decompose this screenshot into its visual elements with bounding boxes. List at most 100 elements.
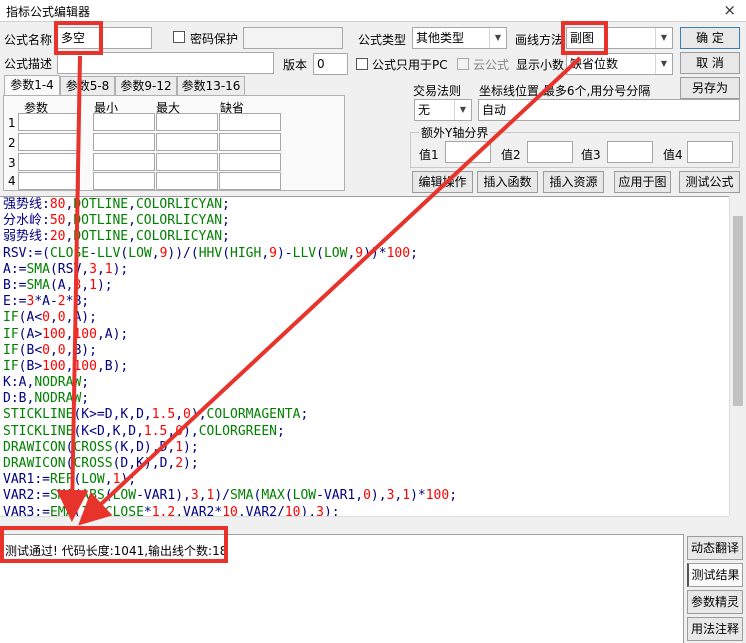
type-value: 其他类型 — [416, 31, 465, 45]
decimals-value: 缺省位数 — [570, 57, 619, 71]
code-line: 强势线:80,DOTLINE,COLORLICYAN; — [3, 197, 230, 212]
close-icon[interactable]: × — [723, 1, 736, 19]
trade-rule-value: 无 — [418, 103, 431, 117]
code-line: RSV:=(CLOSE-LLV(LOW,9))/(HHV(HIGH,9)-LLV… — [3, 245, 418, 261]
param-2-name[interactable] — [18, 133, 80, 151]
cancel-button[interactable]: 取 消 — [680, 52, 740, 74]
pc-only-label: 公式只用于PC — [372, 58, 448, 72]
code-line: 弱势线:20,DOTLINE,COLORLICYAN; — [3, 229, 230, 245]
code-line: D:B,NODRAW; — [3, 391, 90, 407]
v1-input[interactable] — [445, 141, 491, 163]
desc-input[interactable] — [57, 52, 274, 74]
draw-method-highlight-box — [561, 21, 608, 55]
code-line: IF(B>100,100,B); — [3, 358, 129, 374]
param-4-default[interactable] — [219, 172, 281, 190]
edit-ops-button[interactable]: 编辑操作 — [412, 171, 473, 193]
chevron-down-icon[interactable]: ▼ — [489, 28, 506, 48]
window-title: 指标公式编辑器 — [6, 5, 91, 19]
param-row-number: 4 — [8, 174, 16, 188]
output-highlight-box — [0, 526, 228, 563]
version-label: 版本 — [283, 58, 308, 72]
param-1-name[interactable] — [18, 113, 80, 131]
chevron-down-icon[interactable]: ▼ — [655, 28, 672, 48]
code-line: VAR1:=REF(LOW,1); — [3, 472, 137, 488]
param-panel: 参数 最小 最大 缺省 1 2 3 4 — [3, 95, 345, 191]
param-3-min[interactable] — [93, 153, 155, 171]
param-3-name[interactable] — [18, 153, 80, 171]
v3-input[interactable] — [607, 141, 653, 163]
v2-label: 值2 — [501, 148, 521, 162]
usage-notes-button[interactable]: 用法注释 — [687, 617, 743, 641]
tab-params-1-4[interactable]: 参数1-4 — [4, 75, 60, 97]
param-2-default[interactable] — [219, 133, 281, 151]
param-3-max[interactable] — [156, 153, 218, 171]
tab-params-5-8[interactable]: 参数5-8 — [60, 76, 115, 96]
code-line: DRAWICON(CROSS(K,D),D,1); — [3, 439, 199, 455]
v4-input[interactable] — [687, 141, 733, 163]
title-bar: 指标公式编辑器 × — [0, 0, 746, 22]
param-row-number: 3 — [8, 156, 16, 170]
param-1-max[interactable] — [156, 113, 218, 131]
insert-func-button[interactable]: 插入函数 — [477, 171, 538, 193]
password-checkbox[interactable] — [173, 31, 185, 43]
chevron-down-icon[interactable]: ▼ — [454, 100, 471, 120]
password-input[interactable] — [243, 27, 343, 49]
param-3-default[interactable] — [219, 153, 281, 171]
insert-res-button[interactable]: 插入资源 — [543, 171, 604, 193]
code-line: VAR3:=EMA(IF(CLOSE*1.2,VAR2*10,VAR2/10),… — [3, 504, 340, 516]
password-label: 密码保护 — [190, 32, 239, 46]
ok-button[interactable]: 确 定 — [680, 27, 740, 49]
code-line: E:=3*A-2*B; — [3, 294, 90, 310]
version-input[interactable]: 0 — [313, 53, 348, 75]
param-2-min[interactable] — [93, 133, 155, 151]
code-line: STICKLINE(K<D,K,D,1.5,0),COLORGREEN; — [3, 423, 285, 439]
code-line: STICKLINE(K>=D,K,D,1.5,0),COLORMAGENTA; — [3, 407, 309, 423]
code-line: VAR2:=SMA(ABS(LOW-VAR1),3,1)/SMA(MAX(LOW… — [3, 488, 458, 504]
coord-input[interactable]: 自动 — [478, 99, 740, 121]
code-editor[interactable]: 强势线:80,DOTLINE,COLORLICYAN; 分水岭:50,DOTLIN… — [0, 196, 729, 516]
param-1-default[interactable] — [219, 113, 281, 131]
test-result-button[interactable]: 测试结果 — [687, 563, 743, 587]
v2-input[interactable] — [527, 141, 573, 163]
draw-method-label: 画线方法 — [515, 33, 564, 47]
chevron-down-icon[interactable]: ▼ — [655, 54, 672, 74]
code-line: B:=SMA(A,3,1); — [3, 277, 113, 293]
type-select[interactable]: 其他类型 ▼ — [412, 27, 507, 49]
code-line: K:A,NODRAW; — [3, 375, 90, 391]
coord-label: 坐标线位置,最多6个,用分号分隔 — [479, 84, 651, 98]
param-row-number: 1 — [8, 116, 16, 130]
scroll-thumb[interactable] — [733, 216, 743, 406]
decimals-label: 显示小数 — [516, 58, 565, 72]
dynamic-translate-button[interactable]: 动态翻译 — [687, 536, 743, 560]
code-line: DRAWICON(CROSS(D,K),D,2); — [3, 456, 199, 471]
tab-params-13-16[interactable]: 参数13-16 — [177, 76, 245, 96]
param-4-name[interactable] — [18, 172, 80, 190]
param-row-number: 2 — [8, 136, 16, 150]
param-1-min[interactable] — [93, 113, 155, 131]
param-4-min[interactable] — [93, 172, 155, 190]
decimals-select[interactable]: 缺省位数 ▼ — [566, 53, 673, 75]
trade-rule-select[interactable]: 无 ▼ — [414, 99, 472, 121]
code-line: 分水岭:50,DOTLINE,COLORLICYAN; — [3, 213, 230, 229]
v4-label: 值4 — [663, 148, 683, 162]
param-wizard-button[interactable]: 参数精灵 — [687, 590, 743, 614]
desc-label: 公式描述 — [4, 57, 53, 71]
code-line: IF(A<0,0,A); — [3, 310, 97, 326]
pc-only-checkbox[interactable] — [356, 58, 368, 70]
cloud-checkbox[interactable] — [457, 58, 469, 70]
param-4-max[interactable] — [156, 172, 218, 190]
type-label: 公式类型 — [358, 33, 407, 47]
code-line: A:=SMA(RSV,3,1); — [3, 261, 129, 277]
apply-chart-button[interactable]: 应用于图 — [614, 171, 671, 193]
v1-label: 值1 — [419, 148, 439, 162]
name-label: 公式名称 — [4, 33, 53, 47]
test-formula-button[interactable]: 测试公式 — [679, 171, 740, 193]
cloud-label: 云公式 — [473, 58, 510, 72]
save-as-button[interactable]: 另存为 — [680, 77, 740, 99]
param-2-max[interactable] — [156, 133, 218, 151]
extra-y-label: 额外Y轴分界 — [419, 124, 491, 141]
trade-rule-label: 交易法则 — [413, 84, 462, 98]
extra-y-group: 额外Y轴分界 值1 值2 值3 值4 — [410, 124, 740, 168]
tab-params-9-12[interactable]: 参数9-12 — [115, 76, 177, 96]
editor-vertical-scrollbar[interactable] — [729, 196, 746, 516]
